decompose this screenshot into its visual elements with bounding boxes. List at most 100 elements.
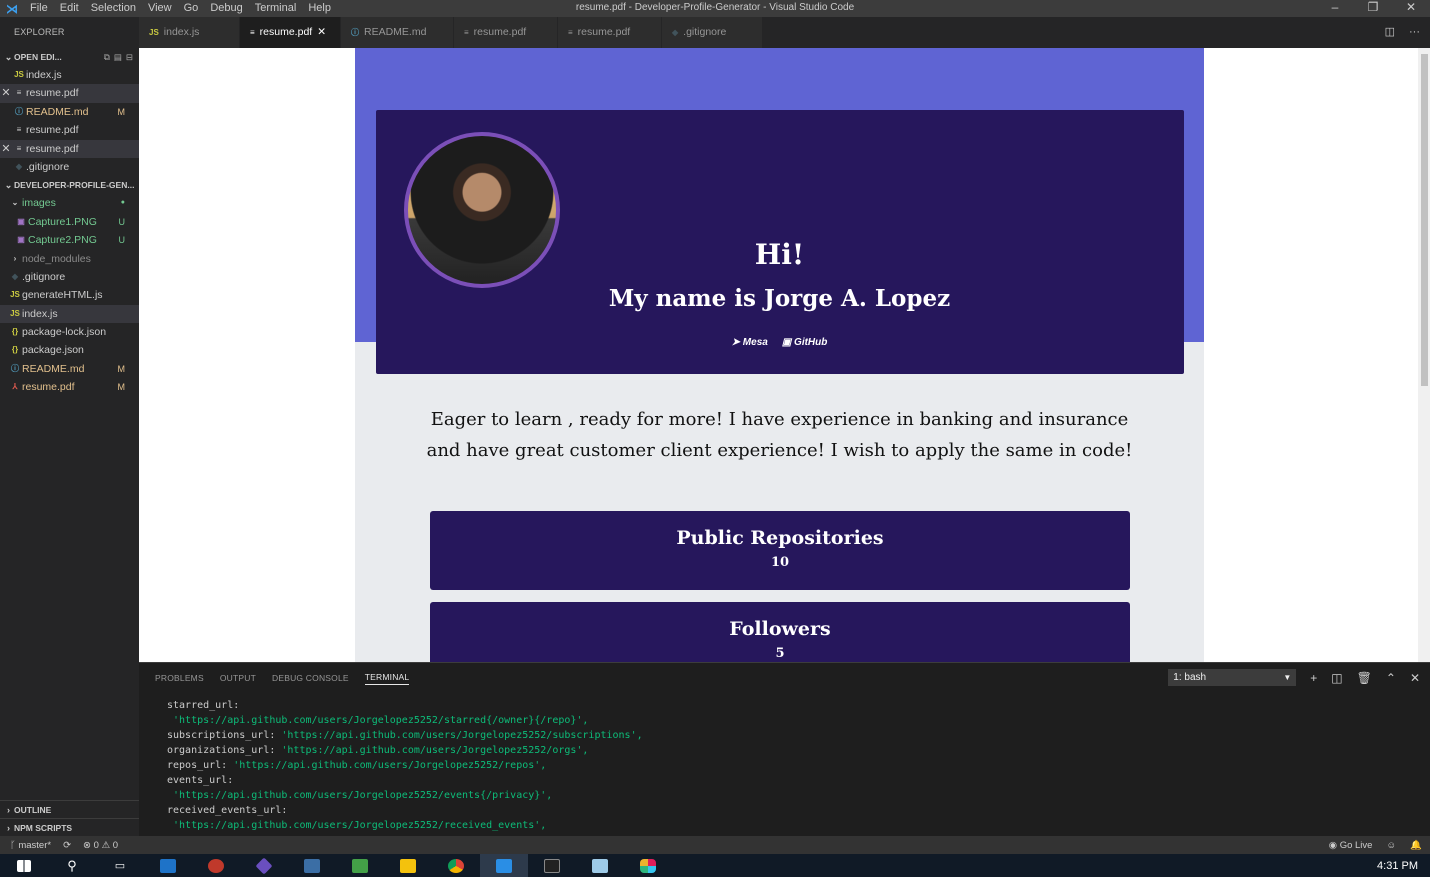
- sync-icon[interactable]: ⟳: [63, 840, 71, 851]
- outline-section[interactable]: › OUTLINE: [0, 800, 139, 818]
- github-link[interactable]: ▣ GitHub: [782, 337, 828, 348]
- menu-go[interactable]: Go: [178, 0, 205, 17]
- chevron-right-icon: ›: [13, 253, 17, 263]
- terminal-output[interactable]: starred_url: 'https://api.github.com/use…: [167, 698, 643, 833]
- feedback-icon[interactable]: ☺: [1386, 840, 1396, 851]
- open-editor-item[interactable]: ⓘ README.md M: [0, 103, 139, 121]
- file-explorer-icon[interactable]: [384, 854, 432, 877]
- menu-debug[interactable]: Debug: [204, 0, 248, 17]
- file-item[interactable]: JS generateHTML.js: [0, 286, 139, 304]
- file-item[interactable]: ▣ Capture1.PNG U: [0, 213, 139, 231]
- problems-indicator[interactable]: ⊗ 0 ⚠ 0: [83, 840, 118, 851]
- notepad-icon[interactable]: [576, 854, 624, 877]
- close-icon[interactable]: ✕: [0, 84, 12, 102]
- npm-scripts-section[interactable]: › NPM SCRIPTS: [0, 818, 139, 836]
- tab-terminal[interactable]: TERMINAL: [364, 672, 410, 685]
- vscode-taskbar-icon[interactable]: [480, 854, 528, 877]
- windows-start-icon[interactable]: [0, 854, 48, 877]
- file-item[interactable]: {} package.json: [0, 341, 139, 359]
- status-bar: ᚴ master* ⟳ ⊗ 0 ⚠ 0 ◉ Go Live ☺ 🔔: [0, 836, 1430, 854]
- tab-resume-pdf[interactable]: ≡ resume.pdf: [558, 17, 662, 48]
- menu-help[interactable]: Help: [302, 0, 337, 17]
- open-editor-item[interactable]: ◆ .gitignore: [0, 158, 139, 176]
- modified-badge: M: [117, 106, 126, 117]
- file-item[interactable]: {} package-lock.json: [0, 323, 139, 341]
- pdf-file-icon: ≡: [568, 28, 573, 37]
- close-all-icon[interactable]: ⊟: [126, 48, 133, 66]
- file-item[interactable]: JS index.js: [0, 304, 139, 324]
- split-terminal-icon[interactable]: ◫: [1331, 671, 1342, 685]
- scrollbar-thumb[interactable]: [1421, 54, 1428, 386]
- split-editor-icon[interactable]: ◫: [1385, 17, 1395, 48]
- minimize-icon[interactable]: –: [1316, 0, 1354, 17]
- js-file-icon: JS: [10, 290, 20, 300]
- tab-gitignore[interactable]: ◆ .gitignore: [662, 17, 763, 48]
- close-icon[interactable]: ✕: [1410, 671, 1420, 685]
- close-icon[interactable]: ✕: [317, 17, 326, 48]
- file-item[interactable]: ◆ .gitignore: [0, 268, 139, 286]
- task-view-icon[interactable]: ▭: [96, 854, 144, 877]
- image-file-icon: ▣: [17, 216, 25, 226]
- file-app-icon[interactable]: [144, 854, 192, 877]
- tab-index-js[interactable]: JS index.js: [139, 17, 240, 48]
- app-tile: [448, 858, 464, 873]
- tab-resume-pdf-active[interactable]: ≡ resume.pdf ✕: [240, 17, 341, 48]
- js-file-icon: JS: [14, 70, 24, 79]
- close-icon[interactable]: ✕: [1392, 0, 1430, 17]
- go-live-button[interactable]: ◉ Go Live: [1329, 840, 1373, 851]
- tab-readme[interactable]: ⓘ README.md: [341, 17, 454, 48]
- chevron-right-icon: ›: [7, 822, 10, 833]
- terminal-select[interactable]: 1: bash ▼: [1168, 669, 1297, 686]
- bio-text: Eager to learn , ready for more! I have …: [426, 409, 1133, 461]
- sidebar-bottom-sections: › OUTLINE › NPM SCRIPTS: [0, 800, 139, 836]
- git-app-icon[interactable]: [240, 854, 288, 877]
- title-bar: ⋊ File Edit Selection View Go Debug Term…: [0, 0, 1430, 17]
- more-actions-icon[interactable]: ···: [1409, 17, 1420, 48]
- bell-icon[interactable]: 🔔: [1410, 840, 1422, 851]
- open-editor-item[interactable]: ✕ ≡ resume.pdf: [0, 84, 139, 103]
- terminal-icon[interactable]: [528, 854, 576, 877]
- file-item[interactable]: ▣ Capture2.PNG U: [0, 231, 139, 249]
- mysql-app-icon[interactable]: [288, 854, 336, 877]
- search-icon[interactable]: ⚲: [48, 854, 96, 877]
- chrome-icon[interactable]: [432, 854, 480, 877]
- taskbar-clock[interactable]: 4:31 PM: [1377, 860, 1430, 872]
- branch-indicator[interactable]: ᚴ master*: [10, 840, 51, 851]
- restore-icon[interactable]: ❐: [1354, 0, 1392, 17]
- terminal-line: 'https://api.github.com/users/Jorgelopez…: [167, 818, 643, 833]
- location-link[interactable]: ➤ Mesa: [732, 337, 768, 348]
- tab-output[interactable]: OUTPUT: [220, 673, 256, 683]
- folder-item[interactable]: ⌄ images ●: [0, 194, 139, 212]
- file-item[interactable]: ⓘ README.md M: [0, 360, 139, 378]
- open-editor-item[interactable]: ≡ resume.pdf: [0, 121, 139, 139]
- plus-icon[interactable]: +: [1310, 671, 1317, 685]
- folder-item[interactable]: › node_modules: [0, 250, 139, 268]
- node-app-icon[interactable]: [336, 854, 384, 877]
- chevron-up-icon[interactable]: ⌃: [1386, 671, 1396, 685]
- menu-selection[interactable]: Selection: [85, 0, 142, 17]
- terminal-key: received_events_url:: [167, 805, 288, 816]
- menu-view[interactable]: View: [142, 0, 178, 17]
- terminal-string: 'https://api.github.com/users/Jorgelopez…: [167, 715, 589, 726]
- close-icon[interactable]: ✕: [0, 140, 12, 158]
- open-editor-item[interactable]: ✕ ≡ resume.pdf: [0, 139, 139, 158]
- tab-debug-console[interactable]: DEBUG CONSOLE: [272, 673, 349, 683]
- slack-icon[interactable]: [624, 854, 672, 877]
- trash-icon[interactable]: 🗑: [1357, 671, 1372, 685]
- save-all-icon[interactable]: ▤: [114, 48, 122, 66]
- open-editor-item[interactable]: JS index.js: [0, 66, 139, 84]
- menu-file[interactable]: File: [24, 0, 54, 17]
- file-item[interactable]: ⅄ resume.pdf M: [0, 378, 139, 396]
- editor-scrollbar[interactable]: [1418, 48, 1430, 662]
- chrome-like-icon[interactable]: [192, 854, 240, 877]
- new-file-icon[interactable]: ⧉: [104, 48, 110, 66]
- tab-problems[interactable]: PROBLEMS: [155, 673, 204, 683]
- terminal-line: subscriptions_url: 'https://api.github.c…: [167, 728, 643, 743]
- menu-edit[interactable]: Edit: [54, 0, 85, 17]
- tab-resume-pdf[interactable]: ≡ resume.pdf: [454, 17, 558, 48]
- project-section[interactable]: ⌄ DEVELOPER-PROFILE-GEN...: [0, 176, 139, 194]
- app-tile: [208, 858, 224, 873]
- open-editors-section[interactable]: ⌄ OPEN EDI... ⧉ ▤ ⊟: [0, 48, 139, 66]
- menu-terminal[interactable]: Terminal: [249, 0, 303, 17]
- window-controls: – ❐ ✕: [1316, 0, 1430, 17]
